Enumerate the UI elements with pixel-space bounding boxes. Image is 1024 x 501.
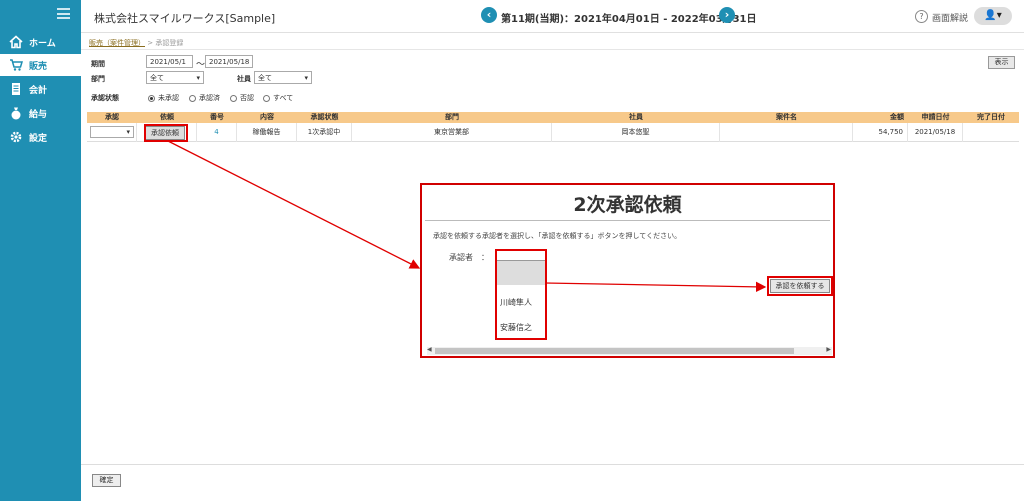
approver-option[interactable]: 川崎隼人 — [500, 297, 532, 308]
second-approval-dialog: 2次承認依頼 承認を依頼する承認者を選択し、「承認を依頼する」ボタンを押してくだ… — [420, 183, 835, 358]
period-to-input[interactable]: 2021/05/18 — [205, 55, 253, 68]
hamburger-menu-icon[interactable] — [57, 8, 70, 19]
status-radio-rejected[interactable]: 否認 — [230, 93, 254, 103]
help-icon[interactable]: ? — [915, 10, 928, 23]
number-link[interactable]: 4 — [197, 123, 237, 142]
column-header: 金額 — [890, 113, 904, 121]
top-header: 株式会社スマイルワークス[Sample] ‹ 第11期(当期)：2021年04月… — [81, 0, 1024, 33]
table-row: 承認依頼 4 稼働報告 1次承認中 東京営業部 岡本悠聖 54,750 2021… — [87, 123, 1019, 142]
column-header: 社員 — [629, 113, 643, 121]
scrollbar-thumb[interactable] — [435, 348, 794, 354]
approver-option[interactable]: 安藤信之 — [500, 322, 532, 333]
period-label: 期間 — [91, 60, 105, 68]
column-header: 部門 — [445, 113, 459, 121]
sidebar-item-settings[interactable]: 設定 — [0, 126, 81, 148]
employee-label: 社員 — [237, 75, 251, 83]
table-header: 承認 依頼 番号 内容 承認状態 部門 社員 案件名 金額 申請日付 完了日付 — [87, 112, 1019, 123]
sidebar-item-label: 給与 — [29, 109, 48, 120]
sidebar-item-label: 販売 — [29, 61, 48, 72]
department-label: 部門 — [91, 75, 105, 83]
highlight-frame — [144, 124, 188, 142]
department-cell: 東京営業部 — [352, 123, 552, 142]
ledger-icon — [12, 83, 20, 95]
gear-icon — [10, 131, 22, 143]
money-bag-icon — [11, 107, 21, 120]
sidebar-item-label: 会計 — [29, 85, 48, 96]
divider — [425, 220, 830, 221]
approval-select[interactable] — [90, 126, 134, 138]
company-name: 株式会社スマイルワークス[Sample] — [94, 12, 276, 25]
highlight-frame: 承認を依頼する — [767, 276, 833, 296]
listbox-option-blank[interactable] — [497, 261, 545, 285]
employee-select[interactable]: 全て — [254, 71, 312, 84]
content-cell: 稼働報告 — [237, 123, 297, 142]
scroll-right-icon[interactable]: ▶ — [826, 346, 831, 353]
approval-cell — [87, 123, 137, 142]
radio-label: 承認済 — [199, 94, 220, 102]
sidebar: ホーム 販売 会計 給与 設定 — [0, 0, 81, 501]
column-header: 申請日付 — [921, 113, 950, 121]
radio-dot — [263, 94, 270, 102]
previous-period-icon[interactable]: ‹ — [481, 7, 497, 23]
sidebar-item-sales[interactable]: 販売 — [0, 54, 81, 76]
breadcrumb: 販売（案件管理） > 承認登録 — [89, 38, 183, 48]
arrow-to-dialog — [167, 140, 421, 269]
sidebar-item-payroll[interactable]: 給与 — [0, 102, 81, 124]
radio-dot — [148, 94, 155, 102]
next-period-icon[interactable]: › — [719, 7, 735, 23]
department-select[interactable]: 全て — [146, 71, 204, 84]
show-button[interactable]: 表示 — [988, 56, 1015, 69]
dialog-title: 2次承認依頼 — [573, 194, 682, 216]
sidebar-item-home[interactable]: ホーム — [0, 31, 81, 53]
period-tilde: ～ — [196, 60, 206, 70]
column-header: 内容 — [260, 113, 274, 121]
radio-dot — [189, 94, 196, 102]
listbox-input[interactable] — [497, 251, 545, 261]
help-link[interactable]: 画面解説 — [932, 11, 968, 24]
column-header: 完了日付 — [977, 113, 1005, 121]
user-menu-button[interactable]: 👤▾ — [974, 7, 1012, 25]
footer-bar: 確定 — [81, 464, 1024, 501]
status-radio-all[interactable]: すべて — [263, 93, 293, 103]
home-icon — [9, 35, 23, 49]
approver-label: 承認者 ： — [449, 253, 489, 262]
column-header: 番号 — [210, 113, 224, 121]
radio-label: 否認 — [240, 94, 254, 102]
approval-status-label: 承認状態 — [91, 94, 119, 102]
sidebar-item-label: ホーム — [29, 38, 56, 49]
period-from-input[interactable]: 2021/05/1 — [146, 55, 193, 68]
radio-label: 未承認 — [158, 94, 179, 102]
radio-label: すべて — [273, 94, 294, 102]
employee-cell: 岡本悠聖 — [552, 123, 720, 142]
confirm-button[interactable]: 確定 — [92, 474, 121, 487]
status-radio-unapproved[interactable]: 未承認 — [148, 93, 179, 103]
project-cell — [720, 123, 853, 142]
sidebar-item-label: 設定 — [29, 133, 48, 144]
dialog-description: 承認を依頼する承認者を選択し、「承認を依頼する」ボタンを押してください。 — [433, 232, 682, 240]
scroll-left-icon[interactable]: ◀ — [427, 346, 432, 353]
column-header: 依頼 — [160, 113, 174, 121]
apply-date-cell: 2021/05/18 — [908, 123, 963, 142]
divider — [81, 49, 1024, 50]
horizontal-scrollbar[interactable]: ◀ ▶ — [427, 346, 832, 355]
fiscal-period: 第11期(当期)：2021年04月01日 - 2022年03月31日 — [501, 14, 757, 25]
column-header: 承認状態 — [310, 113, 339, 121]
status-radio-approved[interactable]: 承認済 — [189, 93, 220, 103]
breadcrumb-link-sales[interactable]: 販売（案件管理） — [89, 39, 145, 47]
column-header: 承認 — [105, 113, 119, 121]
approver-listbox[interactable]: 川崎隼人 安藤信之 — [495, 249, 547, 340]
breadcrumb-current: > 承認登録 — [147, 39, 184, 47]
column-header: 案件名 — [776, 113, 797, 121]
sidebar-item-accounting[interactable]: 会計 — [0, 78, 81, 100]
request-approval-button[interactable]: 承認を依頼する — [770, 279, 830, 293]
done-date-cell — [963, 123, 1019, 142]
cart-icon — [10, 59, 23, 71]
radio-dot — [230, 94, 237, 102]
amount-cell: 54,750 — [853, 123, 908, 142]
status-cell: 1次承認中 — [297, 123, 352, 142]
